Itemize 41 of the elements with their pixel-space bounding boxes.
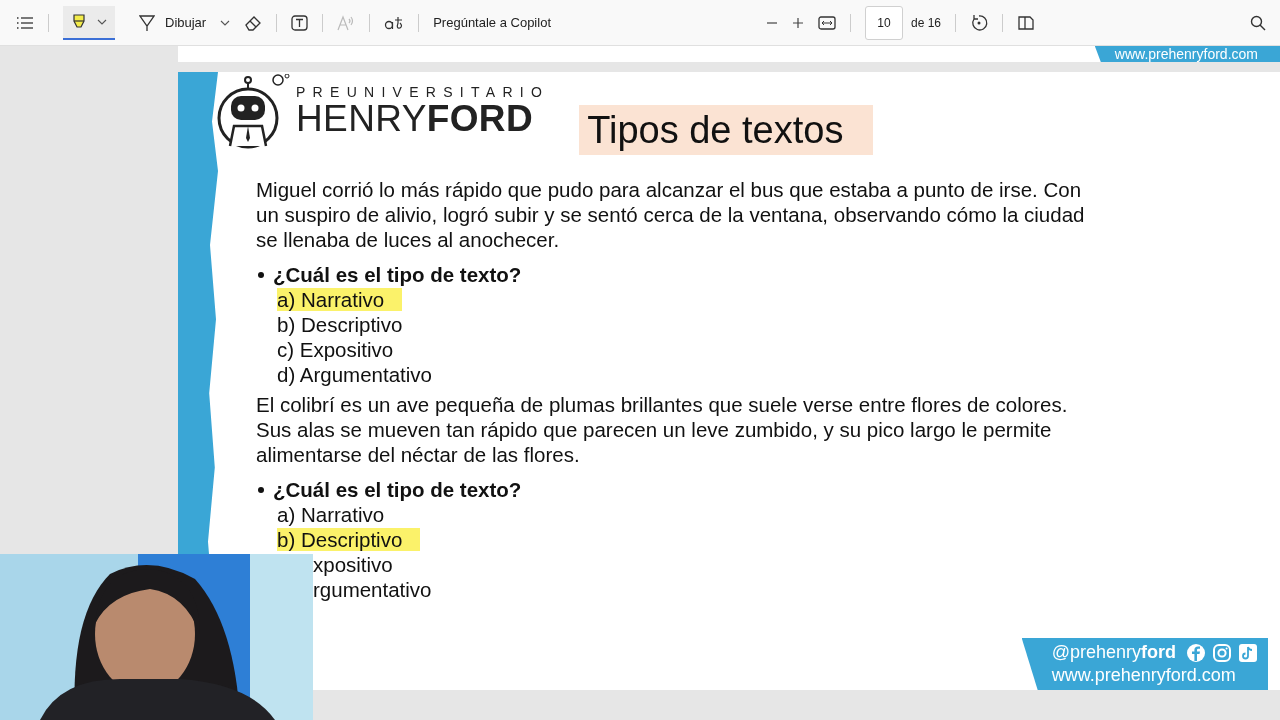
highlight-button[interactable]: [63, 5, 115, 40]
slide-title: Tipos de textos: [579, 105, 874, 155]
two-page-view-icon[interactable]: [1017, 14, 1035, 31]
caret-icon[interactable]: [220, 19, 231, 26]
page-count: de 16: [911, 15, 941, 30]
ask-copilot-button[interactable]: Pregúntale a Copilot: [433, 15, 551, 30]
passage-text: El colibrí es un ave pequeña de plumas brillantes que suele verse entre flores de colores. Sus alas se mueven tan rápido que parecen un leve zumbido, y su pico largo le permite alimentarse del néctar de las flores.: [256, 392, 1069, 467]
caret-icon: [97, 18, 107, 25]
page-number-field[interactable]: 10: [865, 5, 903, 40]
tiktok-icon: [1238, 642, 1258, 663]
answer-option: a) Narrativo: [277, 288, 403, 311]
bullet-icon: [258, 271, 264, 278]
answer-option: c) Expositivo: [277, 338, 394, 361]
draw-button[interactable]: Dibujar: [165, 15, 207, 30]
website-banner: www.prehenryford.com: [1094, 46, 1280, 62]
answer-option: a) Narrativo: [277, 503, 385, 526]
logo-wordmark: HENRYFORD: [296, 100, 534, 137]
facebook-icon: [1186, 642, 1206, 663]
rotate-icon[interactable]: [970, 13, 988, 32]
answer-option: xpositivo: [313, 553, 393, 576]
social-handle: @prehenryford: [1051, 642, 1176, 663]
draw-icon[interactable]: [139, 13, 155, 32]
highlighter-icon: [71, 12, 87, 31]
website-url: www.prehenryford.com: [1051, 665, 1236, 686]
contents-icon[interactable]: [16, 15, 34, 30]
question-text: ¿Cuál es el tipo de texto?: [273, 262, 522, 287]
fit-width-icon[interactable]: [818, 15, 836, 30]
eraser-icon[interactable]: [244, 14, 263, 31]
question-text: ¿Cuál es el tipo de texto?: [273, 477, 522, 502]
logo-overline: PREUNIVERSITARIO: [296, 84, 550, 100]
answer-option: d) Argumentativo: [277, 363, 432, 386]
answer-option: rgumentativo: [313, 578, 432, 601]
answer-option: b) Descriptivo: [277, 528, 421, 551]
answer-option: b) Descriptivo: [277, 313, 403, 336]
zoom-in-icon[interactable]: [792, 16, 804, 29]
bullet-icon: [258, 486, 264, 493]
passage-text: Miguel corrió lo más rápido que pudo para alcanzar el bus que estaba a punto de irse. Con un suspiro de alivio, logró subir y se sentó cerca de la ventana, observando cómo la ciudad se llenaba de luces al anochecer.: [256, 177, 1086, 252]
text-box-icon[interactable]: [291, 14, 309, 31]
search-icon[interactable]: [1250, 14, 1266, 31]
translate-icon[interactable]: [384, 14, 405, 31]
instagram-icon: [1212, 642, 1232, 663]
